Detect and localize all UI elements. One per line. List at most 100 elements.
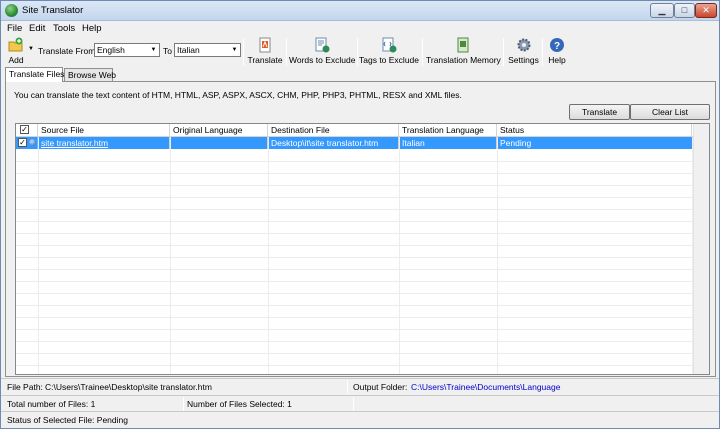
- app-window: Site Translator ▁ □ ✕ File Edit Tools He…: [0, 0, 720, 429]
- file-path-label: File Path:: [7, 382, 43, 392]
- status-divider: [347, 380, 348, 394]
- column-original-language[interactable]: Original Language: [170, 124, 268, 136]
- translate-button[interactable]: Translate: [569, 104, 630, 120]
- translate-toolbar-button[interactable]: Translate: [247, 37, 283, 67]
- translate-from-label: Translate From: [38, 46, 96, 56]
- status-divider: [183, 397, 184, 411]
- cell-status: Pending: [500, 138, 532, 148]
- grid-row-line: [16, 329, 692, 330]
- grid-row-line: [16, 173, 692, 174]
- grid-row-line: [16, 161, 692, 162]
- cell-translation-language: Italian: [399, 137, 497, 149]
- words-exclude-icon: [315, 37, 330, 53]
- chevron-down-icon: ▼: [150, 47, 157, 53]
- grid-row-line: [16, 245, 692, 246]
- select-all-header[interactable]: ✓: [16, 124, 38, 136]
- translate-files-panel: You can translate the text content of HT…: [5, 81, 716, 377]
- to-language-value: Italian: [177, 45, 200, 55]
- toolbar: Add ▼ Translate From English ▼ To Italia…: [1, 36, 719, 68]
- status-row-counts: Total number of Files: 1 Number of Files…: [1, 395, 719, 411]
- chevron-down-icon: ▼: [231, 47, 238, 53]
- cell-source-file[interactable]: site translator.htm: [38, 137, 170, 149]
- selected-files-count: Number of Files Selected: 1: [187, 399, 292, 409]
- select-all-checkbox[interactable]: ✓: [20, 125, 29, 134]
- status-divider: [353, 397, 354, 411]
- grid-row-line: [16, 305, 692, 306]
- words-to-exclude-label: Words to Exclude: [289, 55, 356, 65]
- tags-exclude-icon: [382, 37, 397, 53]
- file-status-icon: [29, 139, 36, 146]
- translation-memory-button[interactable]: Translation Memory: [426, 37, 501, 67]
- grid-row-line: [16, 197, 692, 198]
- close-button[interactable]: ✕: [695, 3, 717, 18]
- tags-to-exclude-button[interactable]: Tags to Exclude: [359, 37, 419, 67]
- row-checkbox[interactable]: ✓: [18, 138, 27, 147]
- source-file-link[interactable]: site translator.htm: [41, 138, 108, 148]
- translate-icon: [259, 37, 271, 53]
- grid-header: ✓ Source File Original Language Destinat…: [16, 124, 709, 137]
- minimize-button[interactable]: ▁: [650, 3, 674, 18]
- help-label: Help: [548, 55, 566, 65]
- words-to-exclude-button[interactable]: Words to Exclude: [289, 37, 355, 67]
- toolbar-separator: [243, 38, 244, 66]
- translation-memory-label: Translation Memory: [426, 55, 501, 65]
- tab-browse-web[interactable]: Browse Web: [64, 68, 116, 82]
- grid-row-line: [16, 341, 692, 342]
- help-button[interactable]: ? Help: [545, 37, 569, 67]
- column-status[interactable]: Status: [497, 124, 692, 136]
- add-dropdown-icon[interactable]: ▼: [28, 46, 34, 52]
- clear-list-button[interactable]: Clear List: [630, 104, 710, 120]
- row-select-cell[interactable]: ✓: [16, 137, 38, 149]
- toolbar-separator: [286, 38, 287, 66]
- grid-row-line: [16, 317, 692, 318]
- from-language-select[interactable]: English ▼: [94, 43, 160, 57]
- title-bar: Site Translator ▁ □ ✕: [1, 1, 719, 21]
- output-folder-link[interactable]: C:\Users\Trainee\Documents\Language: [411, 382, 560, 392]
- add-label: Add: [8, 55, 24, 65]
- menu-file[interactable]: File: [7, 23, 22, 34]
- column-destination-file[interactable]: Destination File: [268, 124, 399, 136]
- toolbar-separator: [357, 38, 358, 66]
- menu-bar: File Edit Tools Help: [1, 21, 719, 36]
- grid-row-line: [16, 221, 692, 222]
- translate-toolbar-label: Translate: [247, 55, 283, 65]
- column-translation-language[interactable]: Translation Language: [399, 124, 497, 136]
- cell-destination-file: Desktop\it\site translator.htm: [268, 137, 399, 149]
- toolbar-separator: [542, 38, 543, 66]
- grid-row-line: [16, 293, 692, 294]
- settings-button[interactable]: Settings: [507, 37, 540, 67]
- gear-icon: [517, 38, 530, 52]
- grid-row-line: [16, 233, 692, 234]
- grid-row-line: [16, 353, 692, 354]
- menu-edit[interactable]: Edit: [29, 23, 45, 34]
- maximize-button[interactable]: □: [674, 3, 695, 18]
- status-row-paths: File Path: C:\Users\Trainee\Desktop\site…: [1, 378, 719, 394]
- tab-translate-files[interactable]: Translate Files: [5, 67, 64, 82]
- grid-row-line: [16, 269, 692, 270]
- vertical-scrollbar[interactable]: [693, 124, 709, 374]
- help-icon: ?: [550, 38, 564, 52]
- to-language-select[interactable]: Italian ▼: [174, 43, 241, 57]
- output-folder-label: Output Folder:: [353, 382, 408, 392]
- column-source-file[interactable]: Source File: [38, 124, 170, 136]
- svg-text:?: ?: [554, 41, 560, 52]
- cell-original-language: [170, 137, 268, 149]
- globe-icon: [5, 4, 18, 17]
- add-folder-icon: [8, 37, 23, 52]
- from-language-value: English: [97, 45, 125, 55]
- files-grid: ✓ Source File Original Language Destinat…: [15, 123, 710, 375]
- table-row[interactable]: ✓ site translator.htm Desktop\it\site tr…: [16, 137, 692, 149]
- grid-row-line: [16, 365, 692, 366]
- toolbar-separator: [503, 38, 504, 66]
- translation-memory-icon: [457, 37, 469, 53]
- grid-row-line: [16, 185, 692, 186]
- total-files-count: Total number of Files: 1: [7, 399, 96, 409]
- file-path-value: C:\Users\Trainee\Desktop\site translator…: [45, 382, 212, 392]
- grid-row-line: [16, 257, 692, 258]
- toolbar-separator: [422, 38, 423, 66]
- menu-help[interactable]: Help: [82, 23, 102, 34]
- window-title: Site Translator: [22, 5, 84, 16]
- grid-row-line: [16, 281, 692, 282]
- add-button[interactable]: Add: [5, 37, 27, 67]
- menu-tools[interactable]: Tools: [53, 23, 75, 34]
